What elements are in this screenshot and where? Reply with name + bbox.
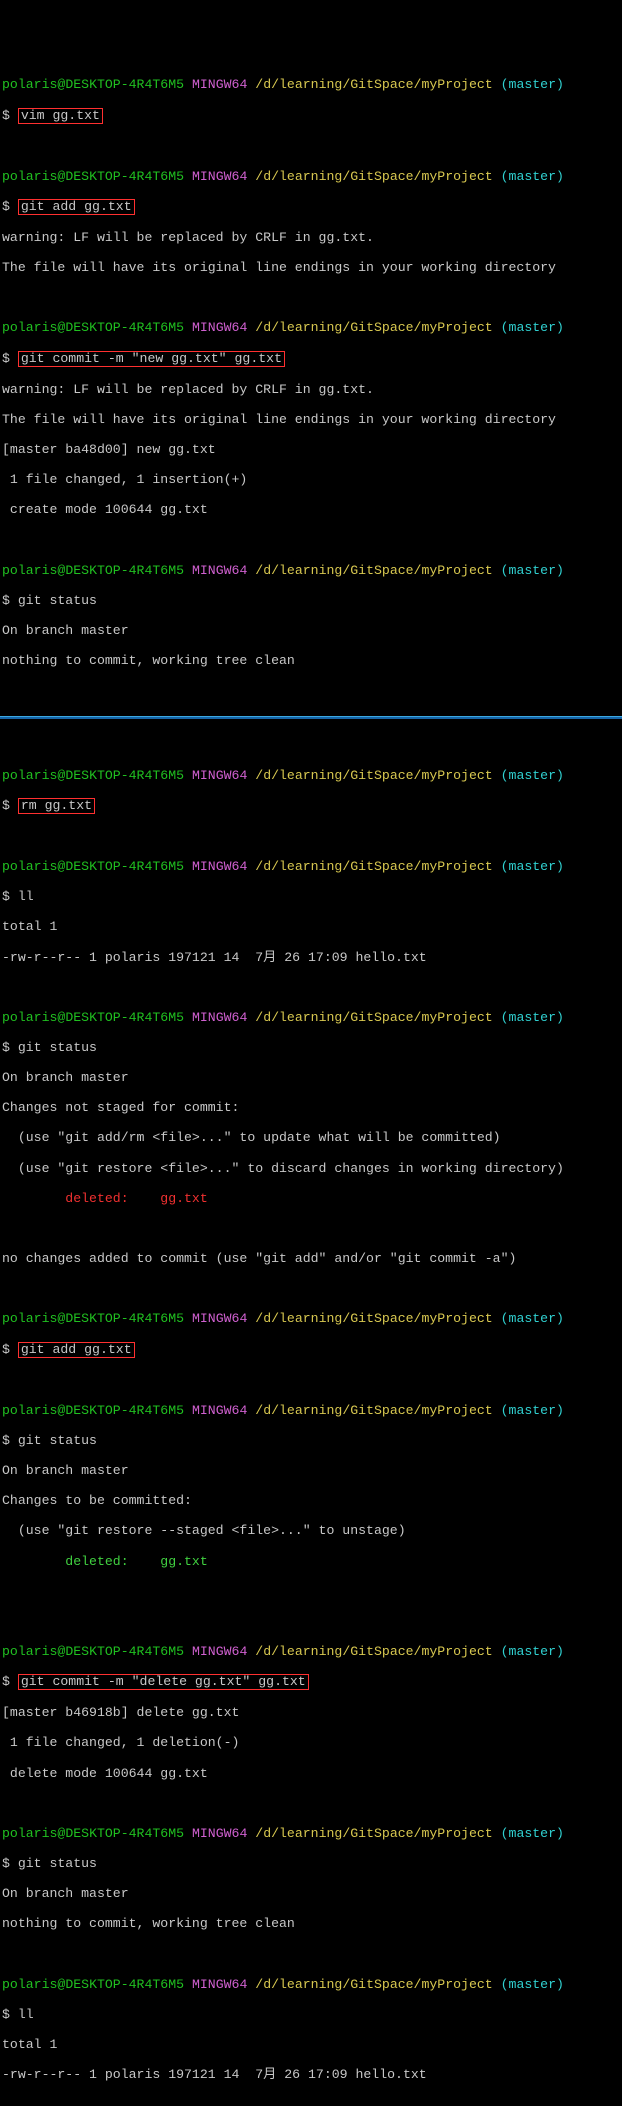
output: no changes added to commit (use "git add… <box>2 1251 620 1266</box>
output: [master ba48d00] new gg.txt <box>2 442 620 457</box>
cmd-git-commit: git commit -m "new gg.txt" gg.txt <box>18 351 285 367</box>
prompt-line: polaris@DESKTOP-4R4T6M5 MINGW64 /d/learn… <box>2 563 620 578</box>
blank <box>2 980 620 995</box>
cmd-git-commit-delete: git commit -m "delete gg.txt" gg.txt <box>18 1674 309 1690</box>
output: 1 file changed, 1 insertion(+) <box>2 472 620 487</box>
output: (use "git restore --staged <file>..." to… <box>2 1523 620 1538</box>
output: The file will have its original line end… <box>2 260 620 275</box>
cmd-rm: rm gg.txt <box>18 798 95 814</box>
cmd-git-status: git status <box>18 1433 97 1448</box>
prompt-line: polaris@DESKTOP-4R4T6M5 MINGW64 /d/learn… <box>2 320 620 335</box>
output: The file will have its original line end… <box>2 412 620 427</box>
cmd-vim: vim gg.txt <box>18 108 103 124</box>
cmd-line: $ ll <box>2 2007 620 2022</box>
terminal[interactable]: polaris@DESKTOP-4R4T6M5 MINGW64 /d/learn… <box>0 60 622 685</box>
blank <box>2 1947 620 1962</box>
cmd-git-add: git add gg.txt <box>18 199 135 215</box>
output: warning: LF will be replaced by CRLF in … <box>2 230 620 245</box>
blank <box>2 1796 620 1811</box>
output: delete mode 100644 gg.txt <box>2 1766 620 1781</box>
staged-file: deleted: gg.txt <box>2 1554 620 1569</box>
output: On branch master <box>2 623 620 638</box>
output: Changes not staged for commit: <box>2 1100 620 1115</box>
user-host: polaris <box>2 77 57 92</box>
prompt-line: polaris@DESKTOP-4R4T6M5 MINGW64 /d/learn… <box>2 1644 620 1659</box>
section-divider <box>0 716 622 719</box>
output: (use "git restore <file>..." to discard … <box>2 1161 620 1176</box>
output: -rw-r--r-- 1 polaris 197121 14 7月 26 17:… <box>2 2067 620 2082</box>
cmd-line: $ vim gg.txt <box>2 108 620 124</box>
prompt-line: polaris@DESKTOP-4R4T6M5 MINGW64 /d/learn… <box>2 1403 620 1418</box>
output: -rw-r--r-- 1 polaris 197121 14 7月 26 17:… <box>2 950 620 965</box>
output: nothing to commit, working tree clean <box>2 653 620 668</box>
blank <box>2 139 620 154</box>
cmd-ll: ll <box>18 2007 34 2022</box>
cmd-git-status: git status <box>18 593 97 608</box>
prompt-line: polaris@DESKTOP-4R4T6M5 MINGW64 /d/learn… <box>2 169 620 184</box>
blank <box>2 829 620 844</box>
cmd-line: $ git commit -m "delete gg.txt" gg.txt <box>2 1674 620 1690</box>
blank <box>2 1614 620 1629</box>
output: total 1 <box>2 2037 620 2052</box>
blank <box>2 290 620 305</box>
cmd-line: $ rm gg.txt <box>2 798 620 814</box>
cmd-ll: ll <box>18 889 34 904</box>
output: create mode 100644 gg.txt <box>2 502 620 517</box>
cmd-line: $ git commit -m "new gg.txt" gg.txt <box>2 351 620 367</box>
output: On branch master <box>2 1070 620 1085</box>
output: nothing to commit, working tree clean <box>2 1916 620 1931</box>
blank <box>2 533 620 548</box>
cmd-git-status: git status <box>18 1856 97 1871</box>
deleted-file: deleted: gg.txt <box>2 1191 620 1206</box>
cmd-line: $ git status <box>2 593 620 608</box>
blank <box>2 1281 620 1296</box>
output: warning: LF will be replaced by CRLF in … <box>2 382 620 397</box>
terminal[interactable]: polaris@DESKTOP-4R4T6M5 MINGW64 /d/learn… <box>0 751 622 2100</box>
cmd-line: $ git add gg.txt <box>2 1342 620 1358</box>
output: On branch master <box>2 1886 620 1901</box>
cmd-line: $ git status <box>2 1433 620 1448</box>
prompt-line: polaris@DESKTOP-4R4T6M5 MINGW64 /d/learn… <box>2 1311 620 1326</box>
prompt-line: polaris@DESKTOP-4R4T6M5 MINGW64 /d/learn… <box>2 1010 620 1025</box>
output: Changes to be committed: <box>2 1493 620 1508</box>
prompt-line: polaris@DESKTOP-4R4T6M5 MINGW64 /d/learn… <box>2 1826 620 1841</box>
blank <box>2 1221 620 1236</box>
prompt-line: polaris@DESKTOP-4R4T6M5 MINGW64 /d/learn… <box>2 1977 620 1992</box>
cmd-git-add: git add gg.txt <box>18 1342 135 1358</box>
output: 1 file changed, 1 deletion(-) <box>2 1735 620 1750</box>
cmd-line: $ git status <box>2 1856 620 1871</box>
prompt-line: polaris@DESKTOP-4R4T6M5 MINGW64 /d/learn… <box>2 859 620 874</box>
prompt-line: polaris@DESKTOP-4R4T6M5 MINGW64 /d/learn… <box>2 77 620 92</box>
prompt-line: polaris@DESKTOP-4R4T6M5 MINGW64 /d/learn… <box>2 768 620 783</box>
output: [master b46918b] delete gg.txt <box>2 1705 620 1720</box>
blank <box>2 1373 620 1388</box>
cmd-line: $ ll <box>2 889 620 904</box>
cmd-line: $ git add gg.txt <box>2 199 620 215</box>
output: (use "git add/rm <file>..." to update wh… <box>2 1130 620 1145</box>
blank <box>2 1584 620 1599</box>
output: total 1 <box>2 919 620 934</box>
output: On branch master <box>2 1463 620 1478</box>
